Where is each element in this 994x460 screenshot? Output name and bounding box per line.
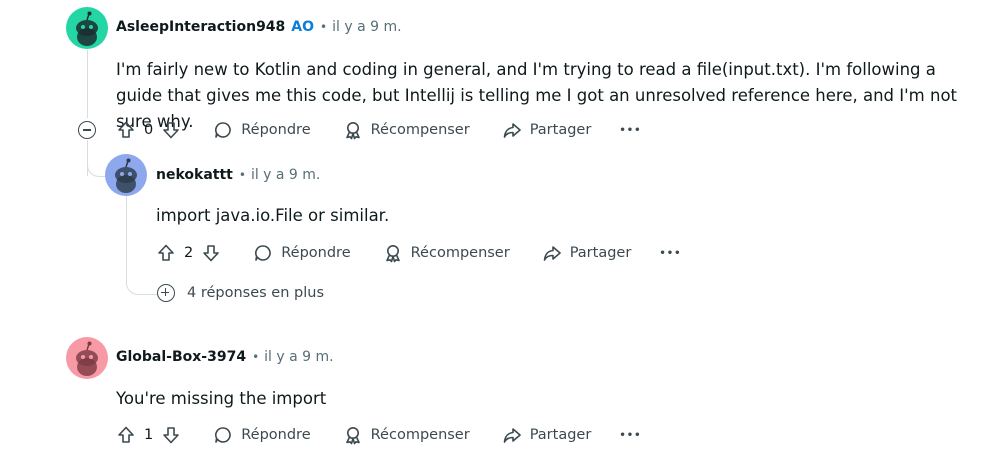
share-arrow-icon <box>502 425 522 445</box>
more-options-button[interactable]: ••• <box>659 248 681 259</box>
downvote-arrow-icon[interactable] <box>161 120 181 140</box>
speech-bubble-icon <box>213 425 233 445</box>
share-arrow-icon <box>502 120 522 140</box>
author-name[interactable]: nekokattt <box>156 167 233 183</box>
more-options-button[interactable]: ••• <box>619 125 641 136</box>
award-ribbon-icon <box>343 120 363 140</box>
avatar[interactable] <box>105 154 147 196</box>
comment-actions: 0 Répondre Récompenser Partager ••• <box>116 120 642 140</box>
separator-dot: • <box>238 168 246 182</box>
more-replies-connector <box>126 258 157 295</box>
author-name[interactable]: AsleepInteraction948 <box>116 19 285 35</box>
upvote-arrow-icon[interactable] <box>116 120 136 140</box>
avatar[interactable] <box>66 7 108 49</box>
share-label: Partager <box>569 245 632 261</box>
vote-count: 2 <box>184 245 194 261</box>
award-label: Récompenser <box>410 245 510 261</box>
snoo-avatar-icon <box>66 337 108 379</box>
comment-actions: 1 Répondre Récompenser Partager ••• <box>116 425 642 445</box>
author-name[interactable]: Global-Box-3974 <box>116 349 246 365</box>
snoo-avatar-icon <box>105 154 147 196</box>
award-button[interactable]: Récompenser <box>343 120 470 140</box>
share-button[interactable]: Partager <box>542 243 632 263</box>
separator-dot: • <box>252 350 260 364</box>
upvote-arrow-icon[interactable] <box>116 425 136 445</box>
reply-label: Répondre <box>281 245 351 261</box>
downvote-arrow-icon[interactable] <box>201 243 221 263</box>
comment-body: You're missing the import <box>116 389 327 408</box>
reply-label: Répondre <box>241 427 311 443</box>
award-label: Récompenser <box>370 122 470 138</box>
vote-count: 0 <box>144 122 154 138</box>
award-button[interactable]: Récompenser <box>343 425 470 445</box>
share-button[interactable]: Partager <box>502 120 592 140</box>
vote-count: 1 <box>144 427 154 443</box>
plus-circle-icon <box>157 284 175 302</box>
award-button[interactable]: Récompenser <box>383 243 510 263</box>
timestamp[interactable]: il y a 9 m. <box>264 349 333 365</box>
thread-line-main <box>87 50 88 118</box>
snoo-avatar-icon <box>66 7 108 49</box>
vote-group: 2 <box>156 243 221 263</box>
op-badge: AO <box>291 19 315 35</box>
speech-bubble-icon <box>213 120 233 140</box>
vote-group: 0 <box>116 120 181 140</box>
minus-circle-icon[interactable] <box>78 121 96 139</box>
reply-label: Répondre <box>241 122 311 138</box>
timestamp[interactable]: il y a 9 m. <box>251 167 320 183</box>
separator-dot: • <box>320 20 328 34</box>
reply-button[interactable]: Répondre <box>253 243 351 263</box>
more-options-button[interactable]: ••• <box>619 430 641 441</box>
award-label: Récompenser <box>370 427 470 443</box>
reply-button[interactable]: Répondre <box>213 120 311 140</box>
share-label: Partager <box>529 122 592 138</box>
speech-bubble-icon <box>253 243 273 263</box>
share-label: Partager <box>529 427 592 443</box>
more-replies-label: 4 réponses en plus <box>187 285 324 301</box>
comment-body: import java.io.File or similar. <box>156 206 390 225</box>
comment-meta: Global-Box-3974 • il y a 9 m. <box>116 349 334 365</box>
downvote-arrow-icon[interactable] <box>161 425 181 445</box>
award-ribbon-icon <box>343 425 363 445</box>
comment-meta: nekokattt • il y a 9 m. <box>156 167 320 183</box>
award-ribbon-icon <box>383 243 403 263</box>
more-replies-link[interactable]: 4 réponses en plus <box>157 284 324 302</box>
share-arrow-icon <box>542 243 562 263</box>
reply-button[interactable]: Répondre <box>213 425 311 445</box>
vote-group: 1 <box>116 425 181 445</box>
comment-actions: 2 Répondre Récompenser Partager ••• <box>156 243 682 263</box>
comment-meta: AsleepInteraction948 AO • il y a 9 m. <box>116 19 402 35</box>
timestamp[interactable]: il y a 9 m. <box>332 19 401 35</box>
avatar[interactable] <box>66 337 108 379</box>
upvote-arrow-icon[interactable] <box>156 243 176 263</box>
share-button[interactable]: Partager <box>502 425 592 445</box>
